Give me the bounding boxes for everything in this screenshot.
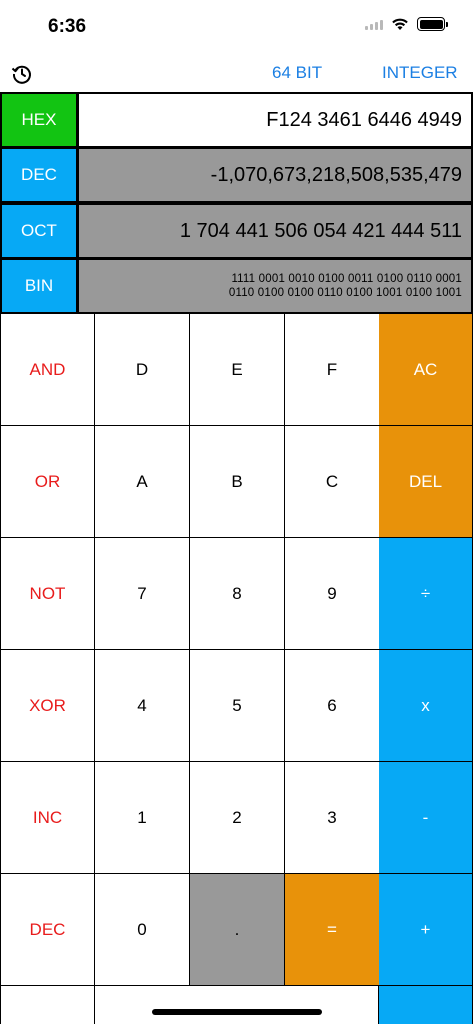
multiply-key[interactable]: x [379, 650, 473, 762]
bin-value-line: 1111 0001 0010 0100 0011 0100 0110 0001 [231, 273, 462, 285]
inc-key[interactable]: INC [0, 762, 95, 874]
dec-label-button[interactable]: DEC [0, 147, 78, 203]
keypad: AND D E F AC OR A B C DEL NOT 7 8 9 ÷ XO… [0, 314, 473, 1024]
hex-value: F124 3461 6446 4949 [77, 92, 473, 148]
bit-size-button[interactable]: 64 BIT [272, 63, 322, 83]
bin-value: 1111 0001 0010 0100 0011 0100 0110 0001 … [77, 258, 473, 314]
zero-key[interactable]: 0 [95, 874, 190, 986]
battery-icon [417, 17, 448, 31]
one-key[interactable]: 1 [95, 762, 190, 874]
a-key[interactable]: A [95, 426, 190, 538]
cellular-signal-icon [365, 18, 383, 30]
decimal-point-key[interactable]: . [190, 874, 285, 986]
oct-row: OCT 1 704 441 506 054 421 444 511 [0, 203, 473, 259]
oct-value: 1 704 441 506 054 421 444 511 [77, 203, 473, 259]
number-mode-button[interactable]: INTEGER [382, 63, 458, 83]
subtract-key[interactable]: - [379, 762, 473, 874]
wifi-icon [392, 18, 408, 30]
or-key[interactable]: OR [0, 426, 95, 538]
toolbar: 64 BIT INTEGER [0, 54, 473, 92]
hex-row: HEX F124 3461 6446 4949 [0, 92, 473, 148]
status-time: 6:36 [48, 16, 87, 37]
two-key[interactable]: 2 [190, 762, 285, 874]
and-key[interactable]: AND [0, 314, 95, 426]
f-key[interactable]: F [285, 314, 380, 426]
add-key[interactable]: + [379, 874, 473, 986]
xor-key[interactable]: XOR [0, 650, 95, 762]
partial-key [95, 986, 379, 1024]
all-clear-key[interactable]: AC [379, 314, 473, 426]
b-key[interactable]: B [190, 426, 285, 538]
bin-label-button[interactable]: BIN [0, 258, 78, 314]
c-key[interactable]: C [285, 426, 380, 538]
six-key[interactable]: 6 [285, 650, 380, 762]
hex-label-button[interactable]: HEX [0, 92, 78, 148]
equals-key[interactable]: = [285, 874, 380, 986]
oct-label-button[interactable]: OCT [0, 203, 78, 259]
partial-key [0, 986, 95, 1024]
history-icon[interactable] [10, 62, 34, 86]
bin-row: BIN 1111 0001 0010 0100 0011 0100 0110 0… [0, 258, 473, 314]
d-key[interactable]: D [95, 314, 190, 426]
status-icons [365, 17, 448, 31]
four-key[interactable]: 4 [95, 650, 190, 762]
bin-value-line: 0110 0100 0100 0110 0100 1001 0100 1001 [228, 287, 462, 299]
base-display: HEX F124 3461 6446 4949 DEC -1,070,673,2… [0, 92, 473, 314]
divide-key[interactable]: ÷ [379, 538, 473, 650]
partial-key [379, 986, 473, 1024]
dec-row: DEC -1,070,673,218,508,535,479 [0, 147, 473, 203]
seven-key[interactable]: 7 [95, 538, 190, 650]
five-key[interactable]: 5 [190, 650, 285, 762]
nine-key[interactable]: 9 [285, 538, 380, 650]
delete-key[interactable]: DEL [379, 426, 473, 538]
home-indicator [152, 1009, 322, 1015]
eight-key[interactable]: 8 [190, 538, 285, 650]
three-key[interactable]: 3 [285, 762, 380, 874]
dec-value: -1,070,673,218,508,535,479 [77, 147, 473, 203]
status-bar: 6:36 [0, 0, 473, 54]
not-key[interactable]: NOT [0, 538, 95, 650]
e-key[interactable]: E [190, 314, 285, 426]
dec-key[interactable]: DEC [0, 874, 95, 986]
